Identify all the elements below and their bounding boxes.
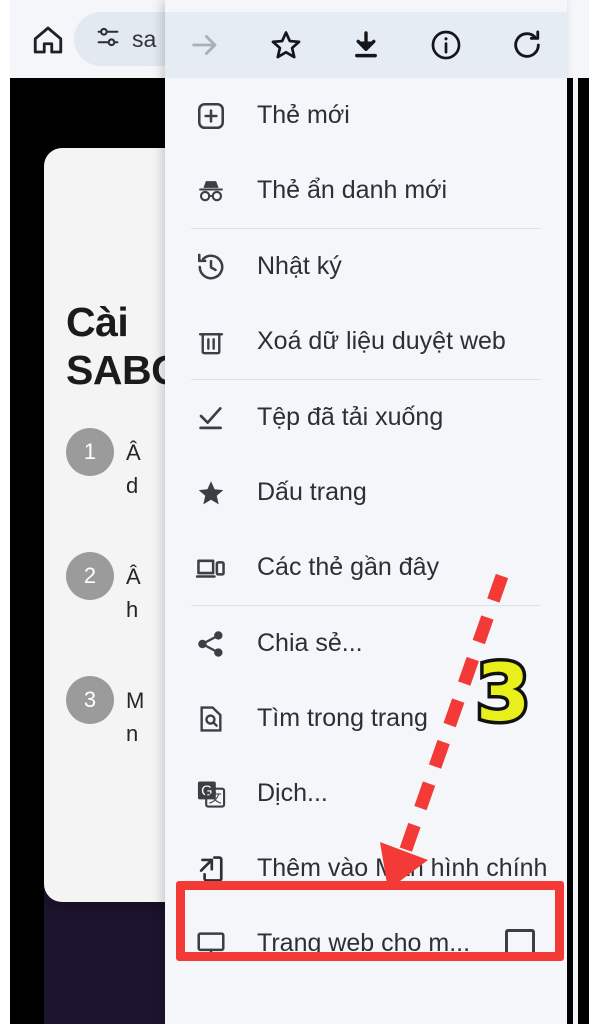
menu-item-label: Trang web cho m... [257, 929, 471, 957]
step-text: Mn [126, 688, 145, 746]
menu-item-downloads[interactable]: Tệp đã tải xuống [165, 380, 567, 455]
menu-items-list: Thẻ mới Thẻ ẩn danh mới Nhật ký Xoá dữ l… [165, 78, 567, 981]
step-item: 2 Âh [66, 552, 141, 626]
menu-item-add-to-home-screen[interactable]: Thêm vào Màn hình chính [165, 831, 567, 906]
tune-sliders-icon [94, 23, 122, 56]
menu-item-desktop-site[interactable]: Trang web cho m... [165, 906, 567, 981]
add-to-home-screen-icon [195, 853, 237, 885]
desktop-site-checkbox[interactable] [505, 928, 535, 959]
menu-item-clear-browsing-data[interactable]: Xoá dữ liệu duyệt web [165, 304, 567, 379]
desktop-monitor-icon [195, 928, 237, 960]
menu-item-label: Thẻ ẩn danh mới [257, 176, 448, 204]
menu-item-label: Các thẻ gần đây [257, 553, 440, 581]
share-icon [195, 628, 237, 660]
trash-icon [195, 326, 237, 358]
star-filled-icon [195, 477, 237, 509]
menu-item-recent-tabs[interactable]: Các thẻ gần đây [165, 530, 567, 605]
menu-item-bookmarks[interactable]: Dấu trang [165, 455, 567, 530]
browser-overflow-menu: Thẻ mới Thẻ ẩn danh mới Nhật ký Xoá dữ l… [165, 0, 567, 1024]
step-text: Âh [126, 564, 141, 622]
download-icon[interactable] [326, 28, 406, 62]
menu-item-history[interactable]: Nhật ký [165, 229, 567, 304]
menu-item-label: Xoá dữ liệu duyệt web [257, 327, 506, 355]
step-number-badge: 3 [66, 676, 114, 724]
new-tab-plus-icon [195, 100, 237, 132]
menu-item-label: Dịch... [257, 779, 328, 807]
step-item: 1 Âd [66, 428, 141, 502]
menu-item-label: Thêm vào Màn hình chính [257, 854, 548, 882]
annotation-step-badge: 3 [472, 649, 533, 739]
phone-bezel-left [10, 78, 44, 1024]
menu-item-label: Chia sẻ... [257, 629, 363, 657]
translate-icon: G 文 [195, 778, 237, 810]
menu-item-label: Tệp đã tải xuống [257, 403, 444, 431]
menu-item-new-incognito-tab[interactable]: Thẻ ẩn danh mới [165, 153, 567, 228]
star-outline-icon[interactable] [245, 28, 325, 62]
menu-item-new-tab[interactable]: Thẻ mới [165, 78, 567, 153]
phone-bezel-right-outer [578, 78, 589, 1024]
phone-bezel-right-inner [566, 78, 573, 1024]
menu-item-label: Dấu trang [257, 478, 367, 506]
menu-item-label: Thẻ mới [257, 101, 350, 129]
downloads-check-icon [195, 402, 237, 434]
step-number-badge: 2 [66, 552, 114, 600]
url-text: sa [132, 25, 157, 52]
menu-item-label: Nhật ký [257, 252, 342, 280]
menu-quick-actions-row [165, 12, 567, 78]
screenshot-root: Cài SABO 1 Âd 2 Âh 3 Mn sa Thẻ mới Thẻ ẩ… [0, 0, 589, 1024]
step-text: Âd [126, 440, 141, 498]
svg-text:文: 文 [208, 790, 221, 805]
step-number-badge: 1 [66, 428, 114, 476]
home-icon[interactable] [30, 22, 66, 63]
incognito-icon [195, 175, 237, 207]
info-circle-icon[interactable] [406, 28, 486, 62]
step-item: 3 Mn [66, 676, 144, 750]
recent-tabs-icon [195, 552, 237, 584]
find-in-page-icon [195, 703, 237, 735]
history-icon [195, 251, 237, 283]
menu-item-translate[interactable]: G 文 Dịch... [165, 756, 567, 831]
forward-arrow-icon[interactable] [165, 28, 245, 62]
reload-icon[interactable] [487, 28, 567, 62]
menu-item-label: Tìm trong trang [257, 704, 428, 732]
